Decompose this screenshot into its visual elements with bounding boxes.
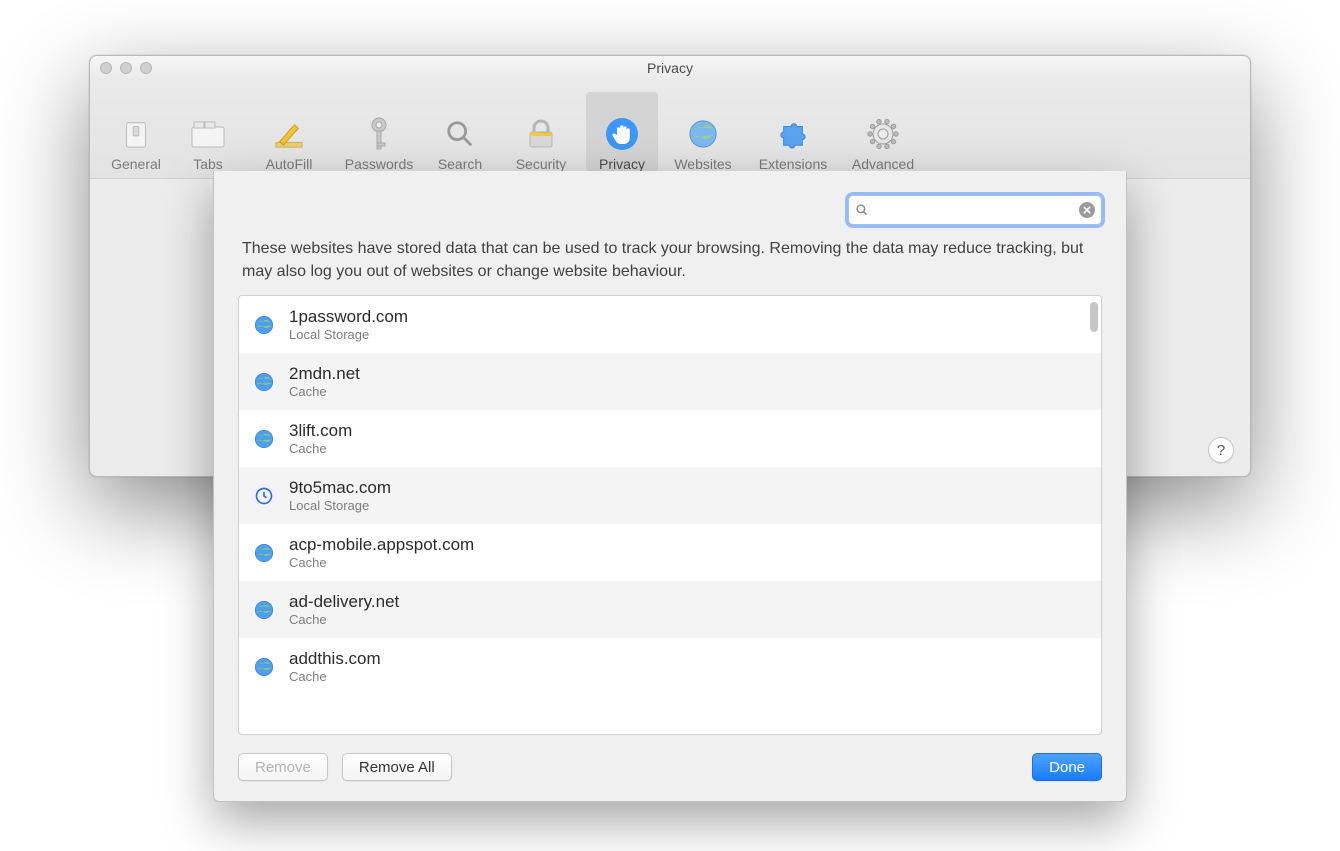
help-button[interactable]: ? bbox=[1208, 437, 1234, 463]
website-data-kind: Cache bbox=[289, 612, 399, 628]
tab-label: Tabs bbox=[193, 156, 223, 172]
website-domain: 1password.com bbox=[289, 307, 408, 327]
website-row[interactable]: 1password.comLocal Storage bbox=[239, 296, 1101, 353]
switch-icon bbox=[118, 116, 154, 152]
zoom-icon[interactable] bbox=[140, 62, 152, 74]
tab-autofill[interactable]: AutoFill bbox=[244, 92, 334, 172]
magnifier-icon bbox=[442, 116, 478, 152]
globe-icon bbox=[253, 428, 275, 450]
clear-search-icon[interactable] bbox=[1079, 202, 1095, 218]
website-list: 1password.comLocal Storage2mdn.netCache3… bbox=[238, 295, 1102, 735]
titlebar: Privacy bbox=[90, 56, 1250, 80]
tab-websites[interactable]: Websites bbox=[658, 92, 748, 172]
preferences-toolbar: General Tabs AutoFill Passwords Search Securi… bbox=[90, 80, 1250, 179]
tab-label: Advanced bbox=[852, 156, 914, 172]
tab-search[interactable]: Search bbox=[424, 92, 496, 172]
tab-label: Websites bbox=[674, 156, 731, 172]
remove-all-button[interactable]: Remove All bbox=[342, 753, 452, 781]
website-data-kind: Local Storage bbox=[289, 498, 391, 514]
manage-website-data-sheet: These websites have stored data that can… bbox=[213, 171, 1127, 802]
website-domain: acp-mobile.appspot.com bbox=[289, 535, 474, 555]
clock-icon bbox=[253, 485, 275, 507]
remove-button[interactable]: Remove bbox=[238, 753, 328, 781]
globe-icon bbox=[253, 542, 275, 564]
globe-icon bbox=[253, 371, 275, 393]
pencil-icon bbox=[271, 116, 307, 152]
website-data-kind: Cache bbox=[289, 669, 381, 685]
search-icon bbox=[855, 203, 869, 217]
globe-icon bbox=[253, 599, 275, 621]
tabs-icon bbox=[190, 116, 226, 152]
info-text: These websites have stored data that can… bbox=[214, 233, 1126, 295]
website-domain: 9to5mac.com bbox=[289, 478, 391, 498]
puzzle-icon bbox=[775, 116, 811, 152]
website-data-kind: Cache bbox=[289, 441, 352, 457]
tab-tabs[interactable]: Tabs bbox=[172, 92, 244, 172]
tab-label: General bbox=[111, 156, 161, 172]
website-domain: addthis.com bbox=[289, 649, 381, 669]
hand-icon bbox=[604, 116, 640, 152]
website-domain: 2mdn.net bbox=[289, 364, 360, 384]
scrollbar-thumb[interactable] bbox=[1090, 302, 1098, 332]
minimize-icon[interactable] bbox=[120, 62, 132, 74]
website-domain: 3lift.com bbox=[289, 421, 352, 441]
globe-icon bbox=[253, 314, 275, 336]
tab-security[interactable]: Security bbox=[496, 92, 586, 172]
tab-label: Search bbox=[438, 156, 482, 172]
tab-label: Passwords bbox=[345, 156, 413, 172]
website-row[interactable]: 9to5mac.comLocal Storage bbox=[239, 467, 1101, 524]
website-data-kind: Local Storage bbox=[289, 327, 408, 343]
tab-label: Extensions bbox=[759, 156, 827, 172]
website-row[interactable]: 2mdn.netCache bbox=[239, 353, 1101, 410]
tab-label: Privacy bbox=[599, 156, 645, 172]
tab-advanced[interactable]: Advanced bbox=[838, 92, 928, 172]
tab-passwords[interactable]: Passwords bbox=[334, 92, 424, 172]
key-icon bbox=[361, 116, 397, 152]
sheet-buttons: Remove Remove All Done bbox=[214, 735, 1126, 801]
lock-icon bbox=[523, 116, 559, 152]
globe-icon bbox=[253, 656, 275, 678]
globe-icon bbox=[685, 116, 721, 152]
search-field[interactable] bbox=[848, 195, 1102, 225]
website-row[interactable]: acp-mobile.appspot.comCache bbox=[239, 524, 1101, 581]
tab-label: Security bbox=[516, 156, 567, 172]
traffic-lights bbox=[100, 62, 152, 74]
gear-icon bbox=[865, 116, 901, 152]
tab-label: AutoFill bbox=[266, 156, 313, 172]
search-input[interactable] bbox=[875, 201, 1079, 219]
website-row[interactable]: addthis.comCache bbox=[239, 638, 1101, 695]
tab-general[interactable]: General bbox=[100, 92, 172, 172]
website-domain: ad-delivery.net bbox=[289, 592, 399, 612]
website-row[interactable]: ad-delivery.netCache bbox=[239, 581, 1101, 638]
done-button[interactable]: Done bbox=[1032, 753, 1102, 781]
tab-privacy[interactable]: Privacy bbox=[586, 92, 658, 172]
close-icon[interactable] bbox=[100, 62, 112, 74]
tab-extensions[interactable]: Extensions bbox=[748, 92, 838, 172]
website-data-kind: Cache bbox=[289, 384, 360, 400]
website-data-kind: Cache bbox=[289, 555, 474, 571]
website-row[interactable]: 3lift.comCache bbox=[239, 410, 1101, 467]
window-title: Privacy bbox=[90, 60, 1250, 76]
